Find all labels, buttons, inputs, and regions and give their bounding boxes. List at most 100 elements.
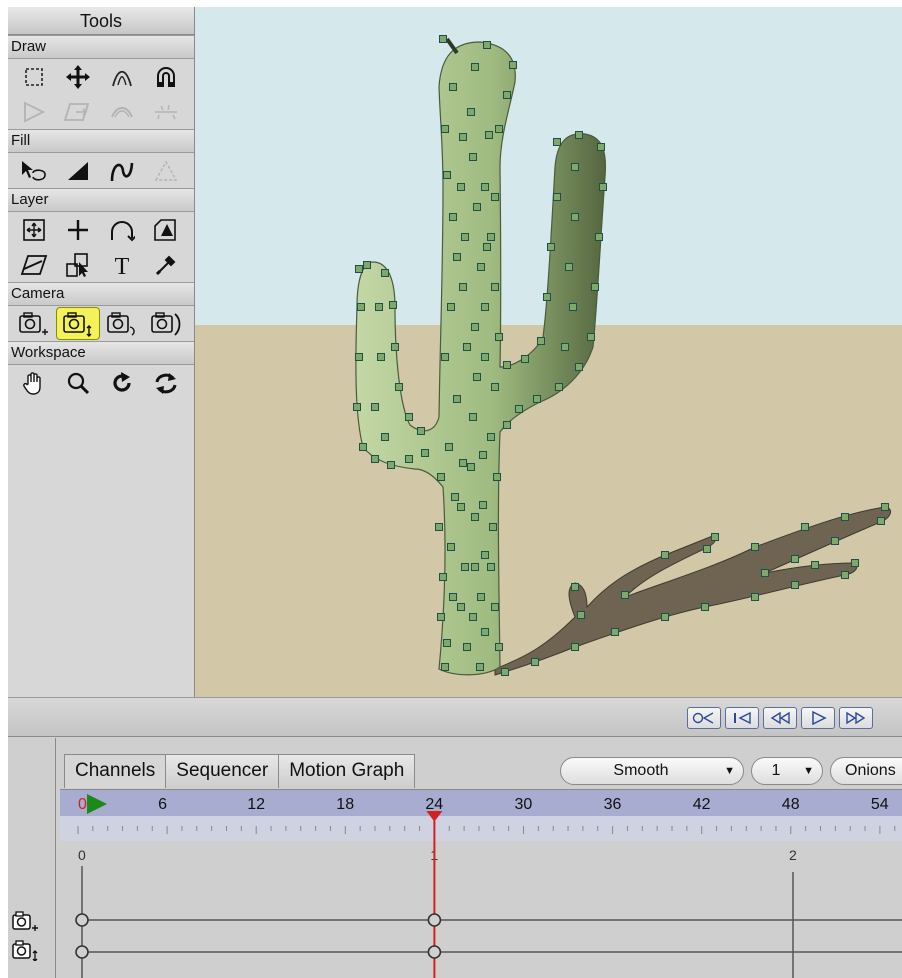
control-point <box>599 183 607 191</box>
control-point <box>463 343 471 351</box>
control-point <box>487 563 495 571</box>
create-shape-icon[interactable] <box>56 154 100 187</box>
interpolation-dropdown[interactable]: Smooth ▼ <box>560 757 744 785</box>
control-point <box>569 303 577 311</box>
control-point <box>479 451 487 459</box>
tab-sequencer[interactable]: Sequencer <box>165 754 280 788</box>
control-point <box>363 261 371 269</box>
text-icon[interactable]: T <box>100 248 144 281</box>
control-point <box>491 603 499 611</box>
transport-bar <box>8 697 902 737</box>
select-points-icon[interactable] <box>12 60 56 93</box>
pan-tilt-camera-icon[interactable] <box>144 307 188 340</box>
shadow-control-point <box>621 591 629 599</box>
hide-edge-icon[interactable] <box>144 154 188 187</box>
track-camera-icon[interactable] <box>12 307 56 340</box>
control-point <box>417 427 425 435</box>
control-point <box>377 353 385 361</box>
curvature-icon[interactable] <box>100 60 144 93</box>
keyframe-marker <box>427 945 442 959</box>
zoom-icon[interactable] <box>56 366 100 399</box>
control-point <box>357 303 365 311</box>
scatter-icon[interactable] <box>144 95 188 128</box>
shadow-control-point <box>791 581 799 589</box>
workspace-row <box>8 365 194 400</box>
control-point <box>421 449 429 457</box>
keyframe-marker <box>75 945 89 959</box>
shadow-control-point <box>791 555 799 563</box>
control-point <box>561 343 569 351</box>
control-point <box>441 663 449 671</box>
channel-graph[interactable]: 012 <box>60 842 902 978</box>
tab-channels[interactable]: Channels <box>64 754 167 788</box>
set-origin-icon[interactable] <box>56 213 100 246</box>
play-marker-icon <box>87 794 107 814</box>
roll-camera-icon[interactable] <box>100 307 144 340</box>
control-point <box>371 455 379 463</box>
rotate-layer-icon[interactable] <box>100 213 144 246</box>
stroke-icon[interactable] <box>100 154 144 187</box>
tools-title: Tools <box>8 7 194 35</box>
curve-icon[interactable] <box>100 95 144 128</box>
translate-points-icon[interactable] <box>56 60 100 93</box>
shadow-control-point <box>661 551 669 559</box>
onion-skins-dropdown[interactable]: Onions <box>830 757 902 785</box>
control-point <box>509 61 517 69</box>
transform-layer-icon[interactable] <box>12 213 56 246</box>
step-back-icon[interactable] <box>725 707 759 729</box>
previous-keyframe-icon[interactable] <box>763 707 797 729</box>
frame-ruler[interactable]: 0 6 12 18 24 30 36 42 48 54 <box>60 789 902 842</box>
track-camera-channel-icon[interactable] <box>11 910 39 932</box>
shadow-control-point <box>801 523 809 531</box>
ruler-tick-label: 24 <box>425 796 443 813</box>
control-point <box>479 501 487 509</box>
control-point <box>467 463 475 471</box>
hand-icon[interactable] <box>12 366 56 399</box>
control-point <box>469 413 477 421</box>
ruler-tick-label: 36 <box>604 796 622 813</box>
shadow-control-point <box>761 569 769 577</box>
control-point <box>443 639 451 647</box>
control-point <box>459 133 467 141</box>
canvas-viewport[interactable] <box>195 7 902 697</box>
shadow-control-point <box>811 561 819 569</box>
select-shape-icon[interactable] <box>12 154 56 187</box>
shadow-control-point <box>751 543 759 551</box>
control-point <box>515 405 523 413</box>
control-point <box>575 131 583 139</box>
control-point <box>447 543 455 551</box>
control-point <box>457 503 465 511</box>
shadow-control-point <box>841 513 849 521</box>
control-point <box>491 283 499 291</box>
interpolation-value: Smooth <box>613 762 669 779</box>
layer-section-header: Layer <box>8 188 194 212</box>
zoom-camera-icon[interactable] <box>56 307 100 340</box>
zoom-camera-channel-icon[interactable] <box>11 939 39 962</box>
transform-icon[interactable] <box>56 95 100 128</box>
control-point <box>495 333 503 341</box>
control-point <box>481 303 489 311</box>
control-point <box>489 523 497 531</box>
control-point <box>476 663 484 671</box>
tab-motion-graph[interactable]: Motion Graph <box>278 754 416 788</box>
scale-layer-icon[interactable] <box>144 213 188 246</box>
ruler-tick-label: 30 <box>515 796 533 813</box>
control-point <box>565 263 573 271</box>
timeline-channel-column <box>8 738 56 978</box>
orbit-workspace-icon[interactable] <box>144 366 188 399</box>
shear-layer-icon[interactable] <box>12 248 56 281</box>
control-point <box>453 395 461 403</box>
magnet-icon[interactable] <box>144 60 188 93</box>
control-point <box>571 213 579 221</box>
next-keyframe-icon[interactable] <box>839 707 873 729</box>
rotate-workspace-icon[interactable] <box>100 366 144 399</box>
onion-skins-label: Onions <box>845 762 896 779</box>
group-icon[interactable] <box>56 248 100 281</box>
frames-per-key-dropdown[interactable]: 1 ▼ <box>751 757 823 785</box>
timeline-panel: Channels Sequencer Motion Graph Smooth ▼… <box>8 738 902 978</box>
play-icon[interactable] <box>801 707 835 729</box>
control-point <box>481 353 489 361</box>
eyedropper-icon[interactable] <box>144 248 188 281</box>
rewind-icon[interactable] <box>687 707 721 729</box>
add-point-icon[interactable] <box>12 95 56 128</box>
